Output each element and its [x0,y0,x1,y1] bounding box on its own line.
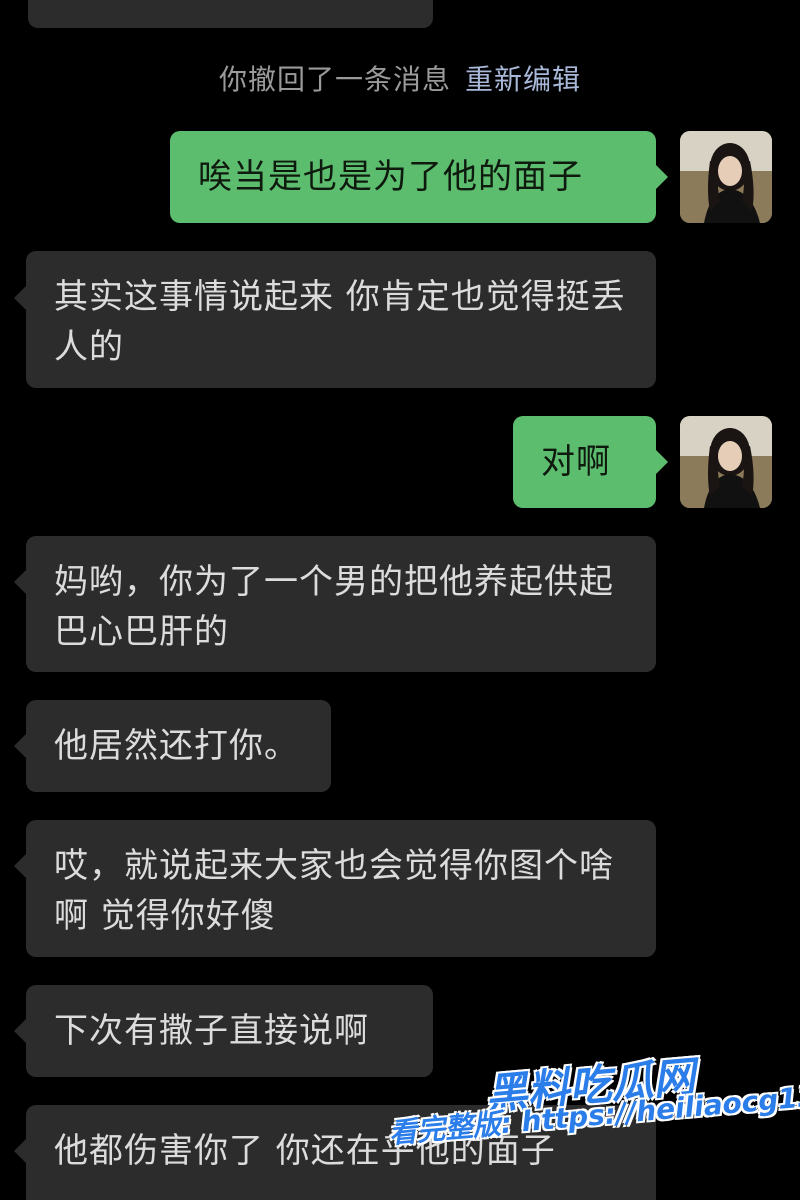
avatar[interactable] [680,131,772,223]
incoming-message[interactable]: 下次有撒子直接说啊 [26,985,433,1077]
message-text: 对啊 [541,442,611,482]
incoming-message[interactable]: 其实这事情说起来 你肯定也觉得挺丢人的 [26,251,656,388]
incoming-message[interactable]: 哎，就说起来大家也会觉得你图个啥啊 觉得你好傻 [26,820,656,957]
incoming-message[interactable]: 妈哟，你为了一个男的把他养起供起 巴心巴肝的 [26,536,656,672]
bubble-tail [14,570,26,594]
bubble-tail [14,854,26,878]
outgoing-message[interactable]: 唉当是也是为了他的面子 [170,131,656,223]
message-text: 其实这事情说起来 你肯定也觉得挺丢人的 [54,277,626,367]
bubble-tail [14,1019,26,1043]
recall-text: 你撤回了一条消息 [218,63,451,96]
bubble-tail [14,1139,26,1163]
message-text: 下次有撒子直接说啊 [54,1011,369,1051]
outgoing-message[interactable]: 对啊 [513,416,656,508]
message-text: 他居然还打你。 [54,726,299,766]
bubble-tail [656,165,668,189]
message-text: 妈哟，你为了一个男的把他养起供起 巴心巴肝的 [54,562,614,652]
partial-message-bubble[interactable] [28,0,433,28]
incoming-message[interactable]: 他居然还打你。 [26,700,331,792]
recall-notice: 你撤回了一条消息 重新编辑 [0,58,800,98]
bubble-tail [656,450,668,474]
user-photo-icon [680,416,772,508]
user-photo-icon [680,131,772,223]
bubble-tail [14,286,26,310]
message-text: 唉当是也是为了他的面子 [198,157,583,197]
reedit-link[interactable]: 重新编辑 [465,63,581,96]
message-text: 哎，就说起来大家也会觉得你图个啥啊 觉得你好傻 [54,846,614,936]
avatar[interactable] [680,416,772,508]
bubble-tail [14,734,26,758]
